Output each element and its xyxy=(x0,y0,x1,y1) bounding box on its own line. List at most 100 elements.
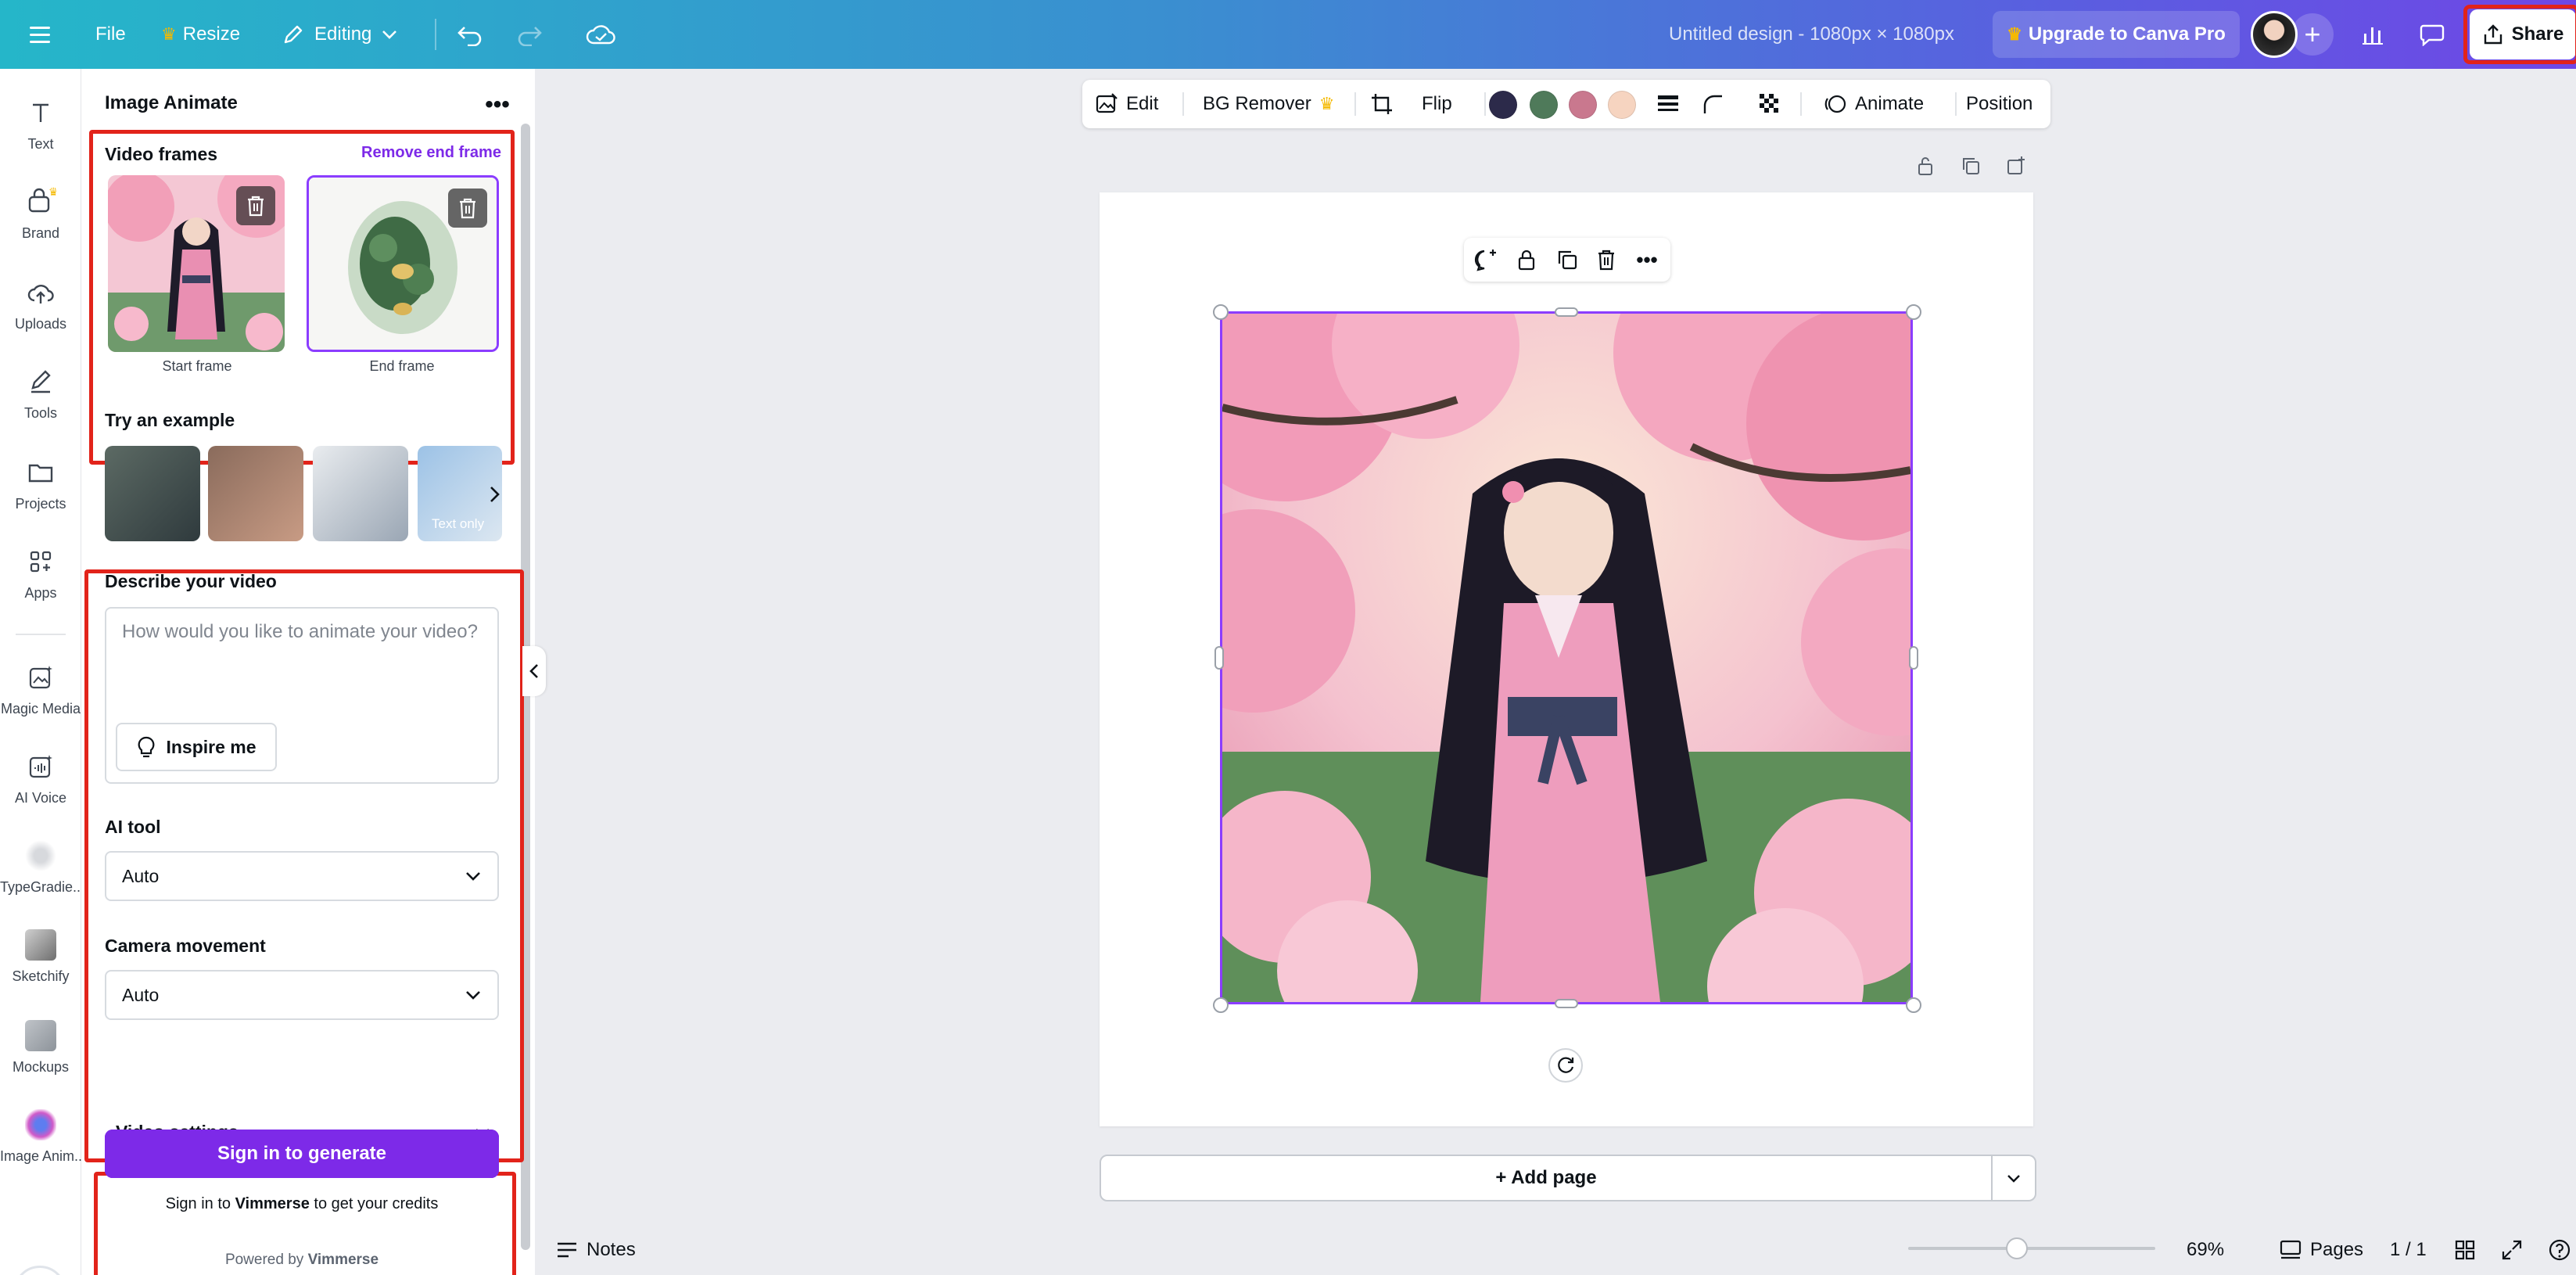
file-menu[interactable]: File xyxy=(95,0,126,69)
mockups-app-icon xyxy=(25,1020,56,1051)
example-thumbnail[interactable] xyxy=(208,446,303,541)
design-title[interactable]: Untitled design - 1080px × 1080px xyxy=(1669,0,1954,69)
describe-video-textarea[interactable]: How would you like to animate your video… xyxy=(105,607,499,784)
start-frame-thumbnail[interactable] xyxy=(108,175,285,352)
rail-item-brand[interactable]: ♛ Brand xyxy=(0,175,81,253)
menu-icon[interactable] xyxy=(28,0,52,69)
more-icon[interactable]: ••• xyxy=(1631,244,1663,275)
page-count: 1 / 1 xyxy=(2390,1225,2427,1275)
comment-add-icon[interactable] xyxy=(1470,244,1501,275)
example-thumbnail[interactable] xyxy=(313,446,408,541)
trash-icon[interactable] xyxy=(1591,244,1622,275)
resize-handle[interactable] xyxy=(1909,646,1918,670)
bg-remover-button[interactable]: BG Remover♛ xyxy=(1203,80,1340,128)
chevron-down-icon xyxy=(2006,1173,2022,1183)
avatar[interactable] xyxy=(2251,11,2298,58)
rail-item-tools[interactable]: Tools xyxy=(0,355,81,433)
flip-button[interactable]: Flip xyxy=(1422,80,1452,128)
upload-cloud-icon xyxy=(25,277,56,308)
more-options-icon[interactable]: ••• xyxy=(479,86,516,124)
rail-label: AI Voice xyxy=(0,790,81,806)
editing-mode-button[interactable]: Editing xyxy=(282,0,398,69)
edit-image-button[interactable]: Edit xyxy=(1095,80,1158,128)
border-style-icon[interactable] xyxy=(1656,80,1680,128)
rail-item-ai-voice[interactable]: AI Voice xyxy=(0,740,81,818)
crop-icon[interactable] xyxy=(1370,80,1394,128)
position-button[interactable]: Position xyxy=(1966,80,2032,128)
magic-assistant-button[interactable] xyxy=(13,1266,66,1275)
rail-item-apps[interactable]: Apps xyxy=(0,535,81,613)
color-swatch[interactable] xyxy=(1489,91,1517,119)
bottom-bar: Notes 69% Pages 1 / 1 xyxy=(546,1225,2576,1275)
zoom-slider-knob[interactable] xyxy=(2006,1237,2028,1259)
rail-item-typegradient[interactable]: TypeGradie... xyxy=(0,829,81,907)
help-icon[interactable] xyxy=(2548,1225,2571,1275)
rail-item-text[interactable]: Text xyxy=(0,86,81,164)
add-collaborator-button[interactable]: + xyxy=(2291,13,2334,56)
rail-item-sketchify[interactable]: Sketchify xyxy=(0,918,81,997)
color-swatch[interactable] xyxy=(1569,91,1597,119)
delete-start-frame-button[interactable] xyxy=(236,186,275,225)
resize-button[interactable]: ♛Resize xyxy=(161,0,240,69)
example-thumbnail[interactable] xyxy=(105,446,200,541)
duplicate-page-icon[interactable] xyxy=(1958,153,1983,178)
chevron-right-icon[interactable] xyxy=(479,479,510,510)
resize-handle[interactable] xyxy=(1555,999,1578,1008)
rail-label: Apps xyxy=(0,585,81,602)
comment-icon[interactable] xyxy=(2409,11,2456,58)
rail-item-projects[interactable]: Projects xyxy=(0,446,81,524)
analytics-icon[interactable] xyxy=(2349,11,2396,58)
camera-movement-select[interactable]: Auto xyxy=(105,970,499,1020)
undo-icon[interactable] xyxy=(457,0,483,69)
add-page-button[interactable]: + Add page xyxy=(1100,1155,1993,1201)
remove-end-frame-link[interactable]: Remove end frame xyxy=(361,144,501,162)
rail-item-mockups[interactable]: Mockups xyxy=(0,1009,81,1087)
resize-handle[interactable] xyxy=(1906,997,1921,1013)
selected-image[interactable] xyxy=(1220,311,1913,1004)
color-swatch[interactable] xyxy=(1608,91,1636,119)
cloud-save-icon[interactable] xyxy=(585,0,616,69)
lock-icon[interactable] xyxy=(1511,244,1542,275)
zoom-slider-track[interactable] xyxy=(1908,1247,2155,1250)
rail-item-uploads[interactable]: Uploads xyxy=(0,266,81,344)
corner-rounding-icon[interactable] xyxy=(1702,80,1724,128)
upgrade-button[interactable]: ♛Upgrade to Canva Pro xyxy=(1993,11,2240,58)
resize-handle[interactable] xyxy=(1906,304,1921,320)
end-frame-thumbnail[interactable] xyxy=(307,175,499,352)
animate-button[interactable]: Animate xyxy=(1824,80,1924,128)
add-page-dropdown[interactable] xyxy=(1993,1155,2036,1201)
notes-button[interactable]: Notes xyxy=(555,1225,636,1275)
chevron-left-icon xyxy=(529,663,540,680)
color-swatch[interactable] xyxy=(1530,91,1558,119)
pages-button[interactable]: Pages xyxy=(2279,1225,2363,1275)
sign-in-to-generate-button[interactable]: Sign in to generate xyxy=(105,1130,499,1178)
notes-label: Notes xyxy=(587,1239,636,1261)
resize-handle[interactable] xyxy=(1213,997,1229,1013)
rail-label: Text xyxy=(0,136,81,153)
zoom-percent[interactable]: 69% xyxy=(2187,1225,2224,1275)
chevron-down-icon xyxy=(465,871,482,882)
resize-handle[interactable] xyxy=(1214,646,1224,670)
sketchify-app-icon xyxy=(25,929,56,961)
ai-tool-select[interactable]: Auto xyxy=(105,851,499,901)
grid-view-icon[interactable] xyxy=(2454,1225,2476,1275)
rail-item-image-animate[interactable]: Image Anim... xyxy=(0,1098,81,1176)
fullscreen-icon[interactable] xyxy=(2501,1225,2523,1275)
ai-tool-label: AI tool xyxy=(105,817,161,838)
file-label: File xyxy=(95,23,126,45)
vimmerse-link[interactable]: Vimmerse xyxy=(235,1195,310,1212)
design-title-text: Untitled design - 1080px × 1080px xyxy=(1669,23,1954,45)
transparency-icon[interactable] xyxy=(1758,80,1781,128)
resize-handle[interactable] xyxy=(1555,307,1578,317)
collapse-panel-button[interactable] xyxy=(522,646,546,696)
rotate-icon[interactable] xyxy=(1548,1048,1583,1083)
redo-icon[interactable] xyxy=(516,0,543,69)
duplicate-icon[interactable] xyxy=(1552,244,1583,275)
resize-handle[interactable] xyxy=(1213,304,1229,320)
lock-page-icon[interactable] xyxy=(1913,153,1938,178)
rail-item-magic-media[interactable]: Magic Media xyxy=(0,651,81,729)
delete-end-frame-button[interactable] xyxy=(448,189,487,228)
add-page-icon[interactable] xyxy=(2004,153,2029,178)
flip-label: Flip xyxy=(1422,93,1452,115)
inspire-me-button[interactable]: Inspire me xyxy=(116,723,277,771)
